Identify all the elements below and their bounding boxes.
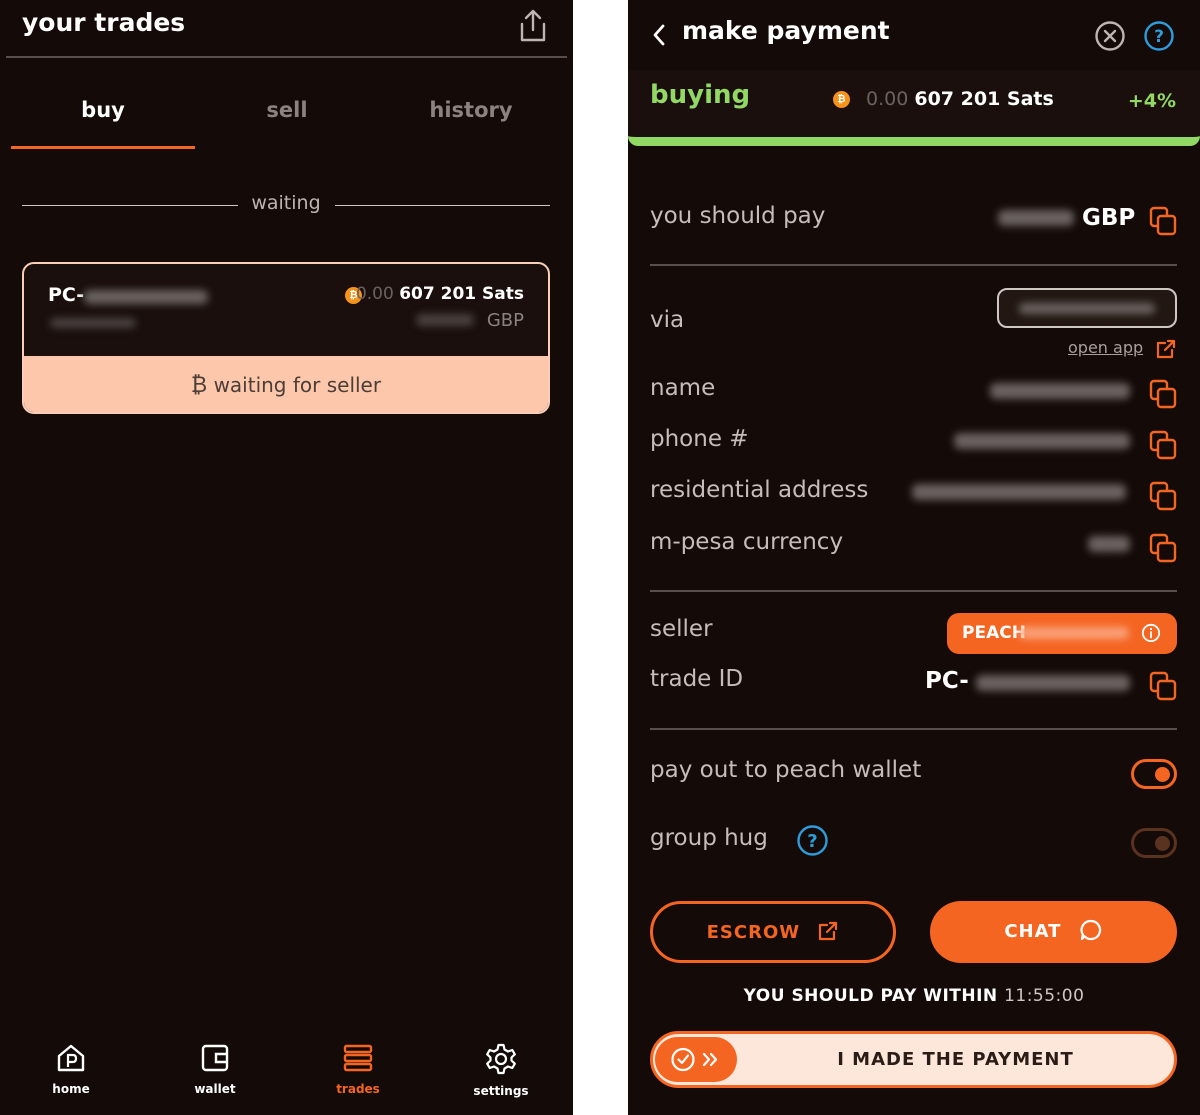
external-link-icon — [819, 921, 838, 941]
copy-icon[interactable] — [1149, 671, 1177, 701]
nav-label: wallet — [194, 1082, 236, 1096]
trade-direction: buying — [650, 80, 751, 110]
payment-deadline: YOU SHOULD PAY WITHIN 11:55:00 — [628, 986, 1200, 1006]
payout-toggle[interactable] — [1131, 759, 1177, 789]
redacted-fiat-amount — [416, 314, 474, 326]
deadline-label: YOU SHOULD PAY WITHIN — [743, 986, 998, 1006]
payment-method-label: via — [650, 307, 685, 333]
tab-history[interactable]: history — [379, 98, 563, 122]
home-icon — [57, 1044, 85, 1072]
bitcoin-icon: ₿ — [833, 91, 850, 108]
pay-amount-label: you should pay — [650, 203, 826, 229]
open-app-link[interactable]: open app — [1068, 338, 1143, 357]
redacted-trade-id — [84, 290, 208, 304]
payment-confirm-slider[interactable]: I MADE THE PAYMENT — [650, 1031, 1177, 1088]
escrow-button[interactable]: ESCROW — [650, 901, 896, 963]
group-hug-toggle[interactable] — [1131, 828, 1177, 858]
close-icon[interactable] — [1094, 20, 1126, 52]
nav-label: home — [52, 1082, 90, 1096]
nav-label: settings — [473, 1084, 529, 1098]
phone-label: phone # — [650, 426, 749, 452]
trades-icon — [343, 1044, 373, 1072]
nav-settings[interactable]: settings — [451, 1042, 551, 1098]
chat-icon — [1080, 919, 1101, 941]
copy-icon[interactable] — [1149, 481, 1177, 511]
nav-wallet[interactable]: wallet — [165, 1042, 265, 1096]
info-icon[interactable] — [1141, 623, 1161, 643]
nav-label: trades — [336, 1082, 380, 1096]
section-divider — [650, 728, 1177, 730]
settings-icon — [486, 1043, 516, 1075]
section-label: waiting — [251, 192, 321, 214]
section-divider — [335, 205, 550, 206]
seller-badge[interactable]: PEACH — [947, 613, 1177, 654]
trade-id-value: PC- — [925, 668, 969, 694]
nav-trades[interactable]: trades — [308, 1042, 408, 1096]
tab-sell[interactable]: sell — [195, 98, 379, 122]
slider-handle[interactable] — [655, 1037, 737, 1082]
redacted-address — [912, 484, 1126, 500]
page-title: make payment — [682, 16, 890, 45]
header-divider — [6, 56, 567, 58]
section-divider — [650, 264, 1177, 266]
redacted-currency — [1088, 536, 1130, 552]
pay-currency: GBP — [1082, 205, 1136, 231]
payment-method-box — [997, 288, 1177, 328]
copy-icon[interactable] — [1149, 206, 1177, 236]
premium-badge: +4% — [1127, 90, 1176, 112]
trade-id-label: trade ID — [650, 666, 744, 692]
help-icon[interactable]: ? — [796, 824, 829, 857]
trade-status-header: buying ₿ 0.00 607 201 Sats +4% — [628, 70, 1200, 146]
svg-text:?: ? — [1154, 27, 1164, 47]
check-forward-icon — [671, 1047, 718, 1072]
redacted-name — [990, 383, 1130, 399]
help-icon[interactable]: ? — [1143, 20, 1175, 52]
chat-button[interactable]: CHAT — [930, 901, 1177, 963]
svg-text:?: ? — [807, 831, 817, 852]
seller-label: seller — [650, 616, 713, 642]
seller-id: PEACH — [962, 623, 1026, 643]
trade-amount: 0.00 607 201 Sats — [866, 88, 1054, 110]
trade-card[interactable]: PC- ₿ 0.00 607 201 Sats GBP ₿ waiting fo… — [22, 262, 550, 414]
address-label: residential address — [650, 477, 869, 503]
trade-status-text: waiting for seller — [213, 373, 382, 397]
active-tab-indicator — [11, 146, 195, 149]
chat-button-label: CHAT — [1004, 921, 1062, 942]
slider-label: I MADE THE PAYMENT — [837, 1049, 1074, 1070]
redacted-payment-method — [1019, 303, 1155, 314]
redacted-trade-id — [976, 675, 1130, 691]
escrow-button-label: ESCROW — [706, 922, 801, 943]
section-divider — [22, 205, 238, 206]
toggle-knob — [1155, 836, 1170, 851]
redacted-pay-amount — [998, 210, 1074, 226]
tab-buy[interactable]: buy — [11, 98, 195, 122]
nav-home[interactable]: home — [21, 1042, 121, 1096]
trade-id: PC- — [48, 284, 85, 306]
bitcoin-symbol-icon: ₿ — [190, 373, 208, 398]
trade-currency: GBP — [486, 310, 524, 331]
name-label: name — [650, 375, 716, 401]
trade-status-bar: ₿ waiting for seller — [24, 356, 548, 412]
share-icon[interactable] — [517, 8, 549, 44]
redacted-seller-id — [1019, 627, 1129, 639]
copy-icon[interactable] — [1149, 379, 1177, 409]
copy-icon[interactable] — [1149, 533, 1177, 563]
external-link-icon[interactable] — [1155, 338, 1177, 360]
trade-amount: 0.00 607 201 Sats — [355, 284, 524, 304]
redacted-phone — [954, 433, 1130, 449]
section-divider — [650, 590, 1177, 592]
toggle-knob — [1155, 767, 1170, 782]
countdown-timer: 11:55:00 — [1004, 986, 1085, 1006]
your-trades-screen: your trades buy sell history waiting PC-… — [0, 0, 573, 1115]
back-icon[interactable] — [650, 20, 668, 50]
wallet-icon — [201, 1044, 229, 1072]
group-hug-label: group hug — [650, 825, 768, 851]
payout-label: pay out to peach wallet — [650, 757, 922, 783]
redacted-date — [50, 318, 136, 328]
page-title: your trades — [22, 8, 186, 37]
copy-icon[interactable] — [1149, 430, 1177, 460]
make-payment-screen: make payment ? buying ₿ 0.00 607 201 Sat… — [628, 0, 1200, 1115]
currency-label: m-pesa currency — [650, 529, 844, 555]
